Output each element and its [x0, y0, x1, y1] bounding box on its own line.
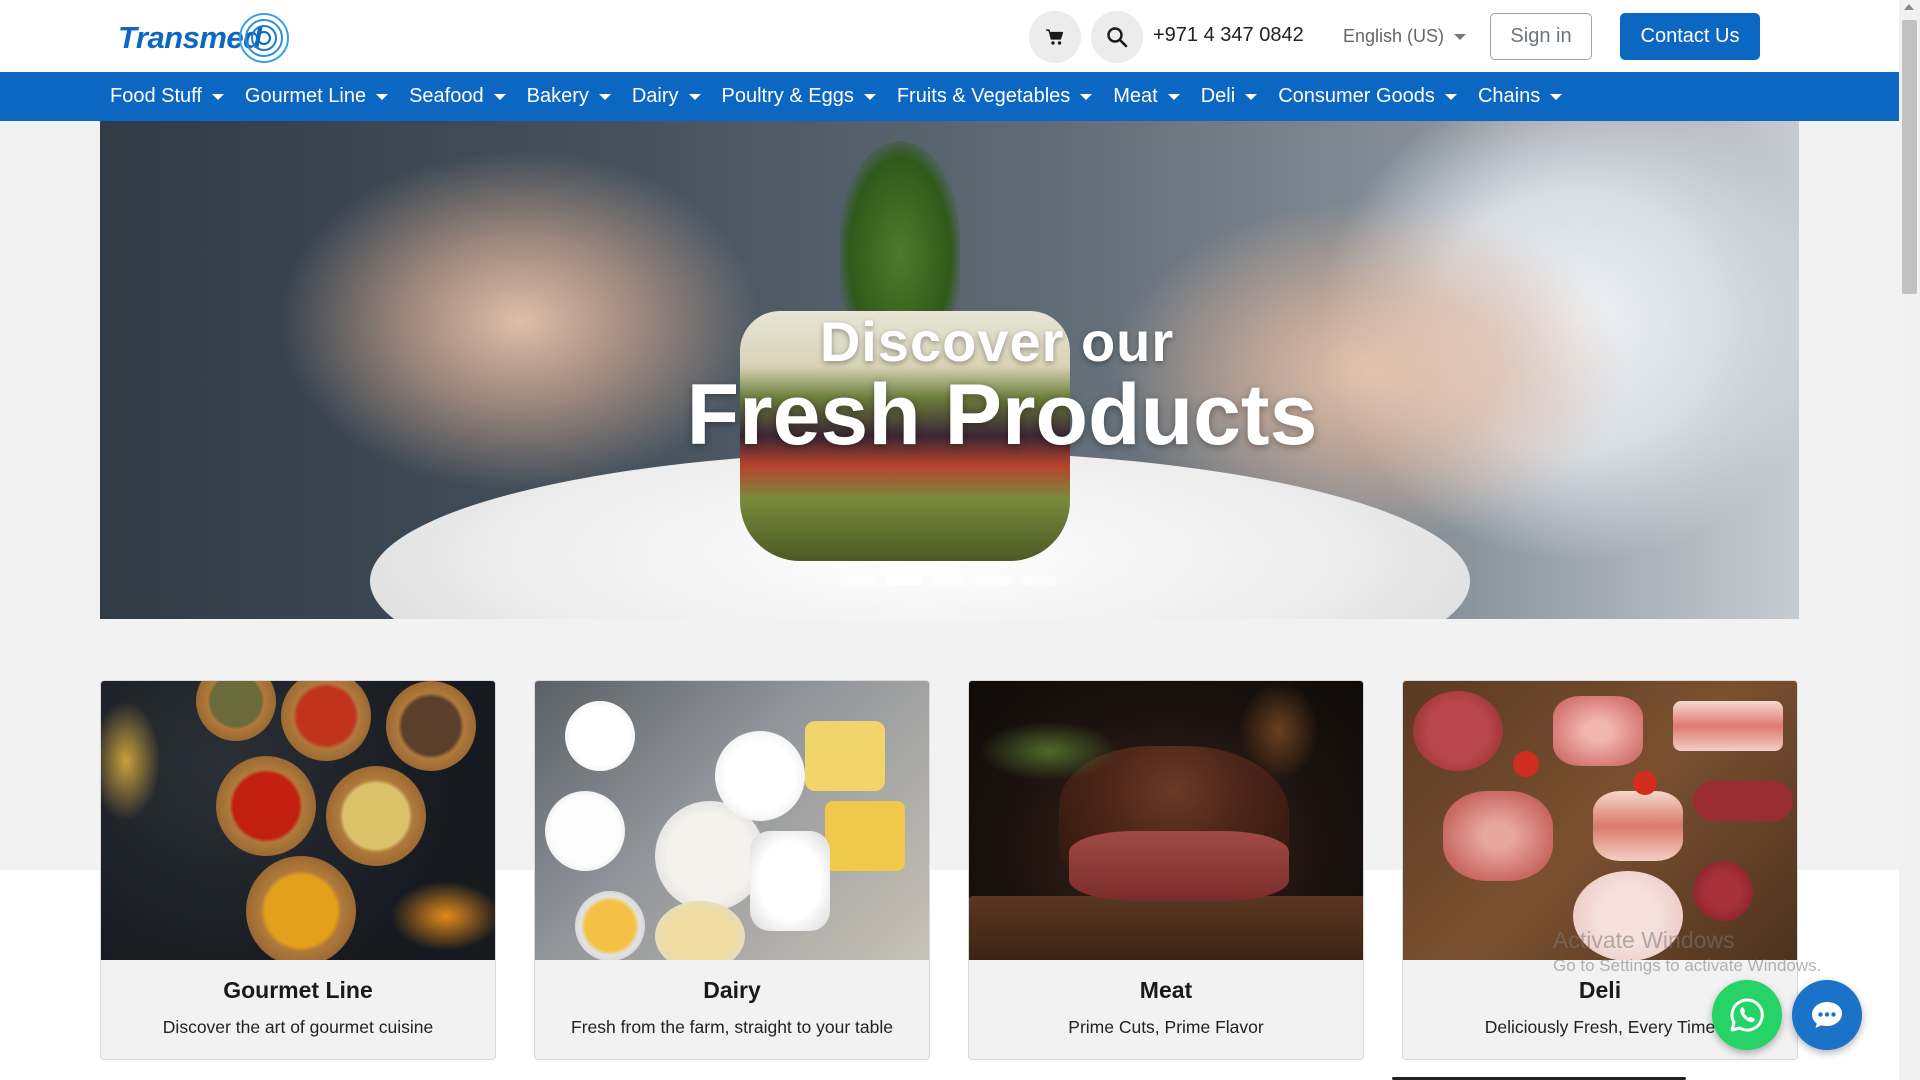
cart-button[interactable] — [1029, 11, 1081, 63]
hero-title-line1: Discover our — [819, 310, 1175, 373]
language-selector[interactable]: English (US) — [1343, 26, 1467, 47]
chevron-down-icon — [211, 93, 224, 100]
chevron-down-icon — [493, 93, 506, 100]
hero-herb-garnish — [840, 141, 960, 331]
chevron-down-icon — [1550, 93, 1563, 100]
nav-label: Consumer Goods — [1278, 85, 1435, 107]
nav-label: Dairy — [631, 85, 679, 107]
chevron-down-icon — [1444, 93, 1457, 100]
language-label: English (US) — [1343, 26, 1445, 46]
nav-item-dairy[interactable]: Dairy — [632, 85, 701, 108]
card-title: Dairy — [703, 977, 761, 1003]
nav-item-bakery[interactable]: Bakery — [527, 85, 611, 108]
nav-item-consumer-goods[interactable]: Consumer Goods — [1278, 85, 1457, 108]
logo-swirl-icon — [239, 13, 289, 63]
nav-label: Bakery — [526, 85, 589, 107]
nav-label: Chains — [1477, 85, 1541, 107]
search-button[interactable] — [1091, 11, 1143, 63]
card-subtitle: Fresh from the farm, straight to your ta… — [571, 1017, 893, 1037]
whatsapp-button[interactable] — [1712, 980, 1782, 1050]
scrollbar-thumb[interactable] — [1902, 20, 1917, 294]
chevron-down-icon — [1245, 93, 1258, 100]
cart-icon — [1046, 29, 1064, 45]
scroll-up-arrow-icon[interactable] — [1904, 4, 1914, 10]
nav-item-chains[interactable]: Chains — [1477, 85, 1563, 108]
carousel-dot[interactable] — [975, 576, 1012, 586]
hero-title-line2: Fresh Products — [686, 367, 1318, 463]
nav-item-gourmet-line[interactable]: Gourmet Line — [244, 85, 389, 108]
nav-item-fruits-vegetables[interactable]: Fruits & Vegetables — [896, 85, 1093, 108]
nav-label: Gourmet Line — [244, 85, 367, 107]
activate-windows-watermark: Activate Windows Go to Settings to activ… — [1553, 927, 1821, 976]
chevron-down-icon — [376, 93, 389, 100]
nav-item-meat[interactable]: Meat — [1113, 85, 1180, 108]
search-icon — [1107, 27, 1128, 48]
transmed-logo[interactable]: Transmed — [118, 10, 293, 66]
card-title: Gourmet Line — [223, 977, 373, 1003]
nav-label: Poultry & Eggs — [721, 85, 854, 107]
chevron-down-icon — [1080, 93, 1093, 100]
chat-bubble-icon — [1812, 1002, 1842, 1028]
page-scrollbar[interactable] — [1899, 0, 1920, 1080]
carousel-indicators — [840, 576, 1057, 586]
carousel-dot[interactable] — [1020, 576, 1057, 586]
chevron-down-icon — [688, 93, 701, 100]
nav-label: Meat — [1113, 85, 1158, 107]
main-nav: Food Stuff Gourmet Line Seafood Bakery D… — [0, 72, 1899, 121]
category-card-gourmet-line[interactable]: Gourmet Line Discover the art of gourmet… — [100, 680, 496, 1060]
nav-item-seafood[interactable]: Seafood — [409, 85, 506, 108]
nav-label: Fruits & Vegetables — [896, 85, 1071, 107]
nav-label: Seafood — [409, 85, 484, 107]
nav-item-deli[interactable]: Deli — [1200, 85, 1258, 108]
live-chat-button[interactable] — [1792, 980, 1862, 1050]
watermark-line2: Go to Settings to activate Windows. — [1553, 956, 1822, 975]
hero-carousel[interactable]: Discover our Fresh Products — [100, 121, 1799, 619]
nav-item-food-stuff[interactable]: Food Stuff — [110, 85, 224, 108]
chevron-down-icon — [1167, 93, 1180, 100]
deli-platter-image — [1403, 681, 1797, 960]
carousel-dot-active[interactable] — [885, 576, 922, 586]
nav-label: Food Stuff — [110, 85, 202, 107]
sign-in-button[interactable]: Sign in — [1490, 13, 1592, 60]
nav-label: Deli — [1200, 85, 1236, 107]
carousel-dot[interactable] — [930, 576, 967, 586]
phone-link[interactable]: +971 4 347 0842 — [1153, 24, 1304, 47]
contact-us-button[interactable]: Contact Us — [1620, 13, 1760, 60]
top-header: Transmed +971 4 347 0842 English (US) Si… — [0, 0, 1899, 72]
category-card-dairy[interactable]: Dairy Fresh from the farm, straight to y… — [534, 680, 930, 1060]
category-card-meat[interactable]: Meat Prime Cuts, Prime Flavor — [968, 680, 1364, 1060]
card-title: Meat — [1139, 977, 1193, 1003]
chevron-down-icon — [1454, 33, 1467, 40]
carousel-dot[interactable] — [840, 576, 877, 586]
dairy-products-image — [535, 681, 929, 960]
chevron-down-icon — [598, 93, 611, 100]
nav-item-poultry-eggs[interactable]: Poultry & Eggs — [722, 85, 876, 108]
chevron-down-icon — [863, 93, 876, 100]
watermark-line1: Activate Windows — [1553, 927, 1735, 953]
whatsapp-icon — [1730, 998, 1764, 1032]
card-subtitle: Prime Cuts, Prime Flavor — [1068, 1017, 1264, 1037]
card-subtitle: Discover the art of gourmet cuisine — [162, 1017, 434, 1037]
steak-image — [969, 681, 1363, 960]
gourmet-spices-image — [101, 681, 495, 960]
